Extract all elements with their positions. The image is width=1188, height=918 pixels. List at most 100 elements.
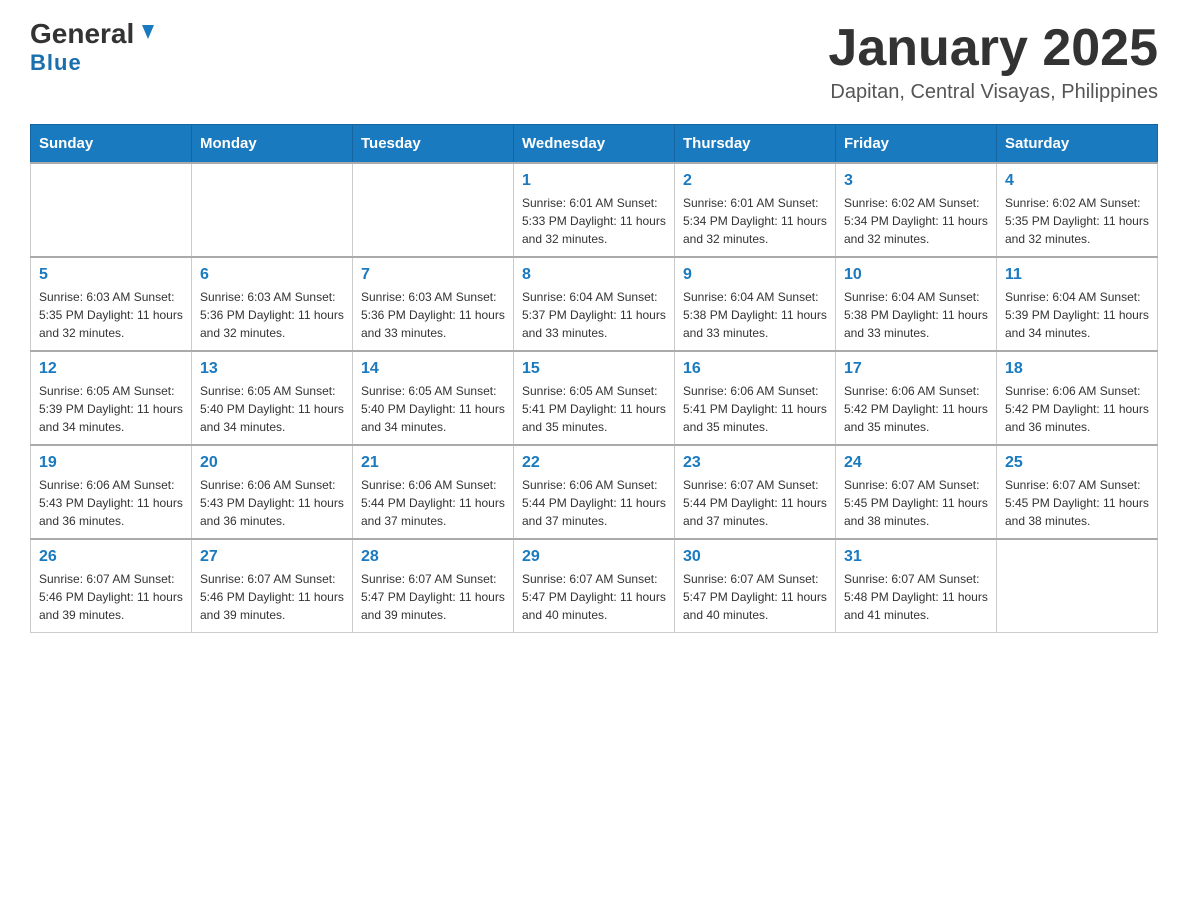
calendar-cell: 23Sunrise: 6:07 AM Sunset: 5:44 PM Dayli… [675, 445, 836, 539]
calendar-cell: 28Sunrise: 6:07 AM Sunset: 5:47 PM Dayli… [353, 539, 514, 633]
day-info: Sunrise: 6:07 AM Sunset: 5:46 PM Dayligh… [39, 570, 183, 624]
day-info: Sunrise: 6:07 AM Sunset: 5:45 PM Dayligh… [1005, 476, 1149, 530]
calendar-cell: 16 Sunrise: 6:06 AM Sunset: 5:41 PM Dayli… [675, 351, 836, 445]
calendar-cell: 21Sunrise: 6:06 AM Sunset: 5:44 PM Dayli… [353, 445, 514, 539]
day-header-saturday: Saturday [997, 125, 1158, 164]
day-number: 7 [361, 266, 505, 284]
day-number: 26 [39, 548, 183, 566]
day-header-tuesday: Tuesday [353, 125, 514, 164]
calendar-cell: 13 Sunrise: 6:05 AM Sunset: 5:40 PM Dayli… [192, 351, 353, 445]
day-info: Sunrise: 6:05 AM Sunset: 5:40 PM Dayligh… [200, 382, 344, 436]
calendar-cell [997, 539, 1158, 633]
logo: General Blue [30, 20, 158, 76]
day-number: 20 [200, 454, 344, 472]
calendar-cell: 29Sunrise: 6:07 AM Sunset: 5:47 PM Dayli… [514, 539, 675, 633]
calendar-cell: 4 Sunrise: 6:02 AM Sunset: 5:35 PM Daylig… [997, 163, 1158, 257]
calendar-cell: 6Sunrise: 6:03 AM Sunset: 5:36 PM Daylig… [192, 257, 353, 351]
day-info: Sunrise: 6:04 AM Sunset: 5:38 PM Dayligh… [683, 288, 827, 342]
day-info: Sunrise: 6:02 AM Sunset: 5:35 PM Dayligh… [1005, 194, 1149, 248]
day-number: 13 [200, 360, 344, 378]
location-text: Dapitan, Central Visayas, Philippines [828, 81, 1158, 104]
title-section: January 2025 Dapitan, Central Visayas, P… [828, 20, 1158, 104]
day-header-sunday: Sunday [31, 125, 192, 164]
day-number: 1 [522, 172, 666, 190]
day-info: Sunrise: 6:05 AM Sunset: 5:41 PM Dayligh… [522, 382, 666, 436]
day-number: 22 [522, 454, 666, 472]
calendar-cell: 18 Sunrise: 6:06 AM Sunset: 5:42 PM Dayli… [997, 351, 1158, 445]
calendar-cell: 20Sunrise: 6:06 AM Sunset: 5:43 PM Dayli… [192, 445, 353, 539]
day-number: 12 [39, 360, 183, 378]
calendar-cell: 30 Sunrise: 6:07 AM Sunset: 5:47 PM Dayli… [675, 539, 836, 633]
calendar-cell: 15 Sunrise: 6:05 AM Sunset: 5:41 PM Dayli… [514, 351, 675, 445]
day-info: Sunrise: 6:06 AM Sunset: 5:41 PM Dayligh… [683, 382, 827, 436]
day-info: Sunrise: 6:03 AM Sunset: 5:36 PM Dayligh… [361, 288, 505, 342]
day-number: 10 [844, 266, 988, 284]
day-header-thursday: Thursday [675, 125, 836, 164]
day-number: 8 [522, 266, 666, 284]
calendar-cell: 14Sunrise: 6:05 AM Sunset: 5:40 PM Dayli… [353, 351, 514, 445]
logo-main-text: General [30, 20, 134, 48]
calendar-cell: 27 Sunrise: 6:07 AM Sunset: 5:46 PM Dayli… [192, 539, 353, 633]
day-info: Sunrise: 6:06 AM Sunset: 5:42 PM Dayligh… [1005, 382, 1149, 436]
day-info: Sunrise: 6:06 AM Sunset: 5:42 PM Dayligh… [844, 382, 988, 436]
day-header-friday: Friday [836, 125, 997, 164]
day-number: 5 [39, 266, 183, 284]
day-info: Sunrise: 6:06 AM Sunset: 5:43 PM Dayligh… [39, 476, 183, 530]
day-number: 23 [683, 454, 827, 472]
day-info: Sunrise: 6:03 AM Sunset: 5:35 PM Dayligh… [39, 288, 183, 342]
calendar-cell: 24 Sunrise: 6:07 AM Sunset: 5:45 PM Dayli… [836, 445, 997, 539]
day-info: Sunrise: 6:07 AM Sunset: 5:47 PM Dayligh… [522, 570, 666, 624]
month-title: January 2025 [828, 20, 1158, 77]
calendar-cell: 10 Sunrise: 6:04 AM Sunset: 5:38 PM Dayli… [836, 257, 997, 351]
day-number: 27 [200, 548, 344, 566]
calendar-cell: 8 Sunrise: 6:04 AM Sunset: 5:37 PM Daylig… [514, 257, 675, 351]
day-number: 4 [1005, 172, 1149, 190]
day-info: Sunrise: 6:03 AM Sunset: 5:36 PM Dayligh… [200, 288, 344, 342]
day-info: Sunrise: 6:07 AM Sunset: 5:48 PM Dayligh… [844, 570, 988, 624]
day-number: 24 [844, 454, 988, 472]
day-info: Sunrise: 6:04 AM Sunset: 5:39 PM Dayligh… [1005, 288, 1149, 342]
day-number: 16 [683, 360, 827, 378]
day-info: Sunrise: 6:06 AM Sunset: 5:44 PM Dayligh… [361, 476, 505, 530]
day-info: Sunrise: 6:02 AM Sunset: 5:34 PM Dayligh… [844, 194, 988, 248]
day-number: 14 [361, 360, 505, 378]
day-info: Sunrise: 6:07 AM Sunset: 5:46 PM Dayligh… [200, 570, 344, 624]
calendar-cell [31, 163, 192, 257]
calendar-cell: 22Sunrise: 6:06 AM Sunset: 5:44 PM Dayli… [514, 445, 675, 539]
calendar-cell: 1 Sunrise: 6:01 AM Sunset: 5:33 PM Daylig… [514, 163, 675, 257]
day-number: 25 [1005, 454, 1149, 472]
day-number: 15 [522, 360, 666, 378]
day-number: 18 [1005, 360, 1149, 378]
day-number: 30 [683, 548, 827, 566]
day-number: 9 [683, 266, 827, 284]
day-info: Sunrise: 6:04 AM Sunset: 5:38 PM Dayligh… [844, 288, 988, 342]
calendar-cell: 5 Sunrise: 6:03 AM Sunset: 5:35 PM Daylig… [31, 257, 192, 351]
day-header-wednesday: Wednesday [514, 125, 675, 164]
calendar-cell: 19 Sunrise: 6:06 AM Sunset: 5:43 PM Dayli… [31, 445, 192, 539]
week-row-4: 19 Sunrise: 6:06 AM Sunset: 5:43 PM Dayli… [31, 445, 1158, 539]
day-info: Sunrise: 6:07 AM Sunset: 5:47 PM Dayligh… [683, 570, 827, 624]
day-info: Sunrise: 6:05 AM Sunset: 5:39 PM Dayligh… [39, 382, 183, 436]
week-row-1: 1 Sunrise: 6:01 AM Sunset: 5:33 PM Daylig… [31, 163, 1158, 257]
day-number: 31 [844, 548, 988, 566]
calendar-header-row: SundayMondayTuesdayWednesdayThursdayFrid… [31, 125, 1158, 164]
calendar-cell: 25 Sunrise: 6:07 AM Sunset: 5:45 PM Dayli… [997, 445, 1158, 539]
calendar-cell: 7 Sunrise: 6:03 AM Sunset: 5:36 PM Daylig… [353, 257, 514, 351]
day-info: Sunrise: 6:07 AM Sunset: 5:45 PM Dayligh… [844, 476, 988, 530]
calendar-cell [353, 163, 514, 257]
day-number: 19 [39, 454, 183, 472]
page-header: General Blue January 2025 Dapitan, Centr… [30, 20, 1158, 104]
day-number: 17 [844, 360, 988, 378]
calendar-cell: 31 Sunrise: 6:07 AM Sunset: 5:48 PM Dayli… [836, 539, 997, 633]
day-info: Sunrise: 6:04 AM Sunset: 5:37 PM Dayligh… [522, 288, 666, 342]
calendar-cell: 2Sunrise: 6:01 AM Sunset: 5:34 PM Daylig… [675, 163, 836, 257]
day-number: 28 [361, 548, 505, 566]
day-info: Sunrise: 6:01 AM Sunset: 5:33 PM Dayligh… [522, 194, 666, 248]
calendar-cell [192, 163, 353, 257]
calendar-table: SundayMondayTuesdayWednesdayThursdayFrid… [30, 124, 1158, 633]
calendar-cell: 26 Sunrise: 6:07 AM Sunset: 5:46 PM Dayli… [31, 539, 192, 633]
calendar-cell: 12 Sunrise: 6:05 AM Sunset: 5:39 PM Dayli… [31, 351, 192, 445]
day-number: 3 [844, 172, 988, 190]
calendar-cell: 9 Sunrise: 6:04 AM Sunset: 5:38 PM Daylig… [675, 257, 836, 351]
week-row-2: 5 Sunrise: 6:03 AM Sunset: 5:35 PM Daylig… [31, 257, 1158, 351]
